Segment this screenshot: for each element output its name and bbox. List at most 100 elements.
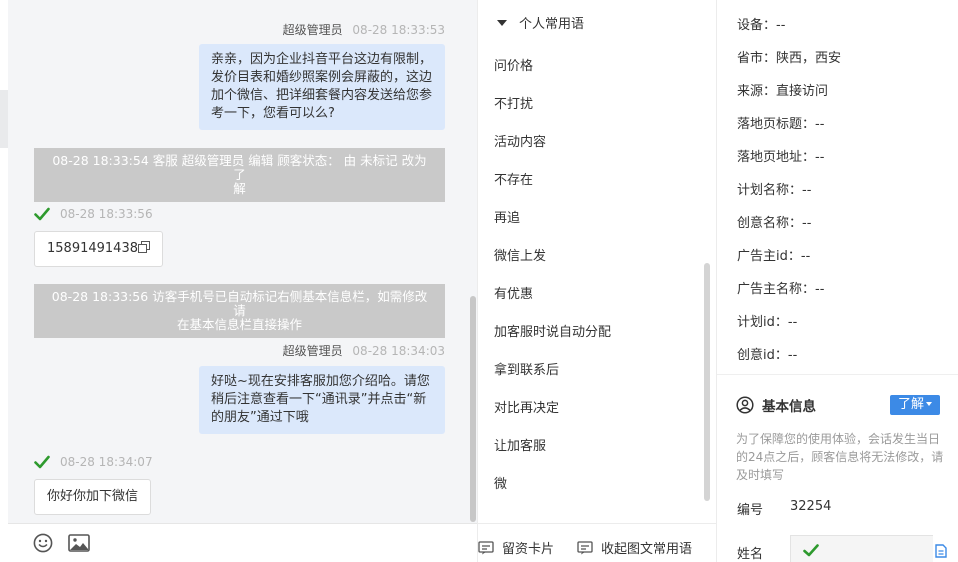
visitor-message-header: 08-28 18:34:07	[34, 455, 153, 469]
check-icon	[803, 544, 819, 557]
info-label: 创意id：	[737, 348, 788, 363]
system-notice: 08-28 18:33:54 客服 超级管理员 编辑 顾客状态： 由 未标记 改…	[34, 148, 445, 202]
id-label: 编号	[737, 503, 764, 518]
visitor-message-bubble: 你好你加下微信	[34, 479, 152, 515]
phrase-item[interactable]: 微	[494, 473, 507, 492]
info-value: --	[815, 150, 825, 165]
message-header: 超级管理员 08-28 18:34:03	[283, 342, 445, 359]
collapse-phrases-label: 收起图文常用语	[601, 542, 693, 557]
info-panel: 设备：-- 省市：陕西，西安 来源：直接访问 落地页标题：-- 落地页地址：--…	[717, 0, 958, 562]
message-text: 你好你加下微信	[47, 489, 139, 504]
message-line: 发价目表和婚纱照案例会屏蔽的，这边	[211, 70, 433, 85]
phrases-scrollbar[interactable]	[704, 263, 710, 501]
name-input[interactable]	[790, 535, 933, 562]
phrase-item[interactable]: 不打扰	[494, 93, 533, 112]
message-time: 08-28 18:34:03	[352, 344, 445, 358]
copy-icon[interactable]	[137, 241, 150, 253]
info-row-creative-id: 创意id：--	[737, 344, 797, 363]
info-label: 计划id：	[737, 315, 788, 330]
info-value: --	[800, 249, 811, 264]
info-label: 来源：	[737, 84, 777, 99]
info-row-landing-url: 落地页地址：--	[737, 146, 824, 165]
info-row-province-city: 省市：陕西，西安	[737, 47, 841, 66]
caret-down-icon	[497, 19, 507, 26]
phrase-item[interactable]: 微信上发	[494, 245, 546, 264]
phrase-item[interactable]: 不存在	[494, 169, 533, 188]
chat-panel: 超级管理员 08-28 18:33:53 亲亲，因为企业抖音平台这边有限制， 发…	[8, 0, 477, 523]
message-line: 稍后注意查看一下“通讯录”并点击“新	[211, 392, 427, 407]
image-icon[interactable]	[68, 533, 90, 553]
phrases-group-toggle[interactable]: 个人常用语	[497, 13, 584, 32]
info-row-plan-name: 计划名称：--	[737, 179, 811, 198]
phrases-footer: 留资卡片 收起图文常用语	[478, 523, 718, 562]
info-label: 创意名称：	[737, 216, 803, 231]
phrase-item[interactable]: 有优惠	[494, 283, 533, 302]
phrase-item[interactable]: 问价格	[494, 55, 533, 74]
message-line: 亲亲，因为企业抖音平台这边有限制，	[211, 52, 433, 67]
lead-card-label: 留资卡片	[502, 542, 555, 557]
info-value: --	[802, 216, 812, 231]
info-row-landing-title: 落地页标题：--	[737, 113, 824, 132]
phrases-panel: 个人常用语 问价格 不打扰 活动内容 不存在 再追 微信上发 有优惠 加客服时说…	[477, 0, 718, 562]
message-line: 好哒~现在安排客服加您介绍哈。请您	[211, 374, 430, 389]
info-value: --	[815, 282, 825, 297]
info-label: 落地页地址：	[737, 150, 816, 165]
phrase-item[interactable]: 活动内容	[494, 131, 546, 150]
check-icon	[34, 455, 50, 469]
message-line: 加个微信、把详细套餐内容发送给您参	[211, 88, 433, 103]
card-icon	[478, 540, 494, 554]
info-row-creative-name: 创意名称：--	[737, 212, 811, 231]
document-icon[interactable]	[935, 544, 947, 558]
info-label: 省市：	[737, 51, 777, 66]
phrase-item[interactable]: 对比再决定	[494, 397, 559, 416]
basic-info-header: 基本信息	[736, 395, 816, 415]
visitor-message-bubble: 15891491438	[34, 231, 163, 267]
phrase-item[interactable]: 再追	[494, 207, 520, 226]
smile-icon[interactable]	[33, 533, 53, 553]
message-line: 考一下，您看可以么?	[211, 106, 335, 121]
info-label: 广告主id：	[737, 249, 801, 264]
phrases-group-title: 个人常用语	[519, 17, 585, 32]
name-label: 姓名	[737, 547, 764, 562]
system-notice-line: 解	[233, 181, 246, 196]
agent-message-bubble: 亲亲，因为企业抖音平台这边有限制， 发价目表和婚纱照案例会屏蔽的，这边 加个微信…	[199, 44, 445, 130]
system-notice-line: 08-28 18:33:56 访客手机号已自动标记右侧基本信息栏，如需修改请	[51, 289, 428, 318]
basic-info-title: 基本信息	[762, 399, 816, 415]
message-time: 08-28 18:33:53	[352, 23, 445, 37]
info-value: 陕西，西安	[776, 51, 842, 66]
info-value: --	[787, 315, 798, 330]
message-time: 08-28 18:34:07	[60, 455, 153, 469]
section-divider	[717, 374, 958, 375]
lead-card-button[interactable]: 留资卡片	[478, 538, 554, 557]
id-value: 32254	[790, 499, 832, 514]
chat-toolbar	[8, 523, 477, 562]
info-row-device: 设备：--	[737, 14, 785, 33]
agent-message-bubble: 好哒~现在安排客服加您介绍哈。请您 稍后注意查看一下“通讯录”并点击“新 的朋友…	[199, 366, 445, 434]
phone-number-text: 15891491438	[47, 241, 138, 256]
phrase-item[interactable]: 拿到联系后	[494, 359, 559, 378]
edit-deadline-note: 为了保障您的使用体验，会话发生当日的24点之后，顾客信息将无法修改，请及时填写	[736, 432, 944, 482]
info-row-advertiser-id: 广告主id：--	[737, 245, 810, 264]
info-value: --	[787, 348, 798, 363]
card-icon	[577, 540, 593, 554]
visitor-message-header: 08-28 18:33:56	[34, 207, 153, 221]
info-row-source: 来源：直接访问	[737, 80, 828, 99]
learn-status-dropdown[interactable]: 了解	[890, 395, 940, 415]
chat-scrollbar[interactable]	[470, 296, 476, 522]
info-row-advertiser-name: 广告主名称：--	[737, 278, 824, 297]
chat-left-edge	[0, 90, 8, 148]
sender-name: 超级管理员	[282, 23, 343, 37]
message-header: 超级管理员 08-28 18:33:53	[283, 21, 445, 38]
message-line: 的朋友”通过下哦	[211, 410, 309, 425]
info-value: --	[776, 18, 786, 33]
learn-status-label: 了解	[897, 397, 924, 412]
phrase-item[interactable]: 让加客服	[494, 435, 546, 454]
phrase-item[interactable]: 加客服时说自动分配	[494, 321, 611, 340]
info-label: 广告主名称：	[737, 282, 816, 297]
caret-down-icon	[926, 402, 932, 406]
system-notice-line: 在基本信息栏直接操作	[176, 317, 302, 332]
info-label: 计划名称：	[737, 183, 803, 198]
info-value: 直接访问	[776, 84, 829, 99]
collapse-phrases-button[interactable]: 收起图文常用语	[577, 538, 692, 557]
user-circle-icon	[736, 396, 754, 414]
